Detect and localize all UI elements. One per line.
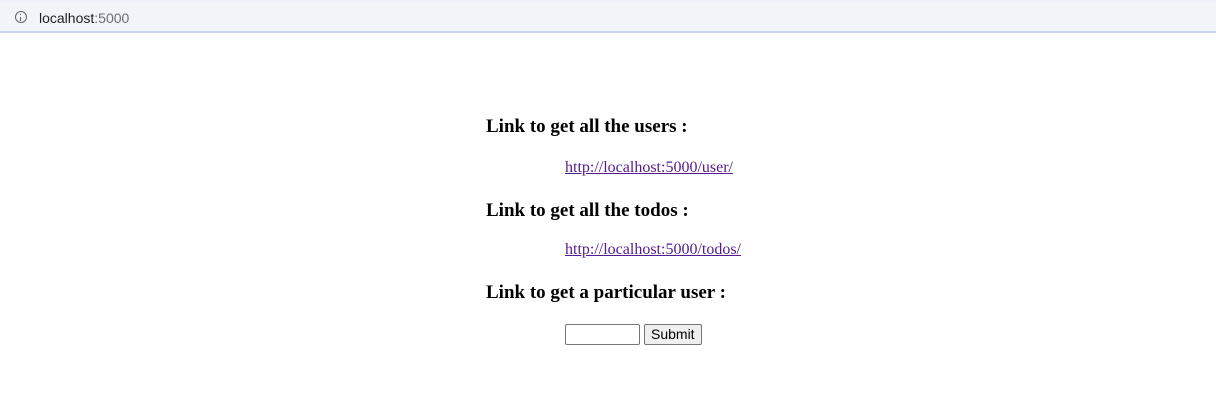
todos-link-row: http://localhost:5000/todos/	[565, 239, 741, 261]
browser-address-bar: localhost:5000	[0, 0, 1216, 33]
user-lookup-form: Submit	[565, 324, 702, 345]
heading-users: Link to get all the users :	[486, 116, 688, 137]
todos-link[interactable]: http://localhost:5000/todos/	[565, 241, 741, 258]
users-link[interactable]: http://localhost:5000/user/	[565, 159, 733, 176]
url-host: localhost	[39, 10, 95, 26]
omnibox[interactable]: localhost:5000	[0, 2, 1216, 31]
users-link-row: http://localhost:5000/user/	[565, 157, 733, 179]
heading-particular-user: Link to get a particular user :	[486, 282, 726, 303]
submit-button[interactable]: Submit	[644, 324, 702, 345]
user-id-input[interactable]	[565, 324, 640, 345]
info-icon[interactable]	[15, 11, 27, 23]
heading-todos: Link to get all the todos :	[486, 200, 689, 221]
url-port: :5000	[94, 10, 130, 26]
url-text[interactable]: localhost:5000	[39, 9, 129, 27]
